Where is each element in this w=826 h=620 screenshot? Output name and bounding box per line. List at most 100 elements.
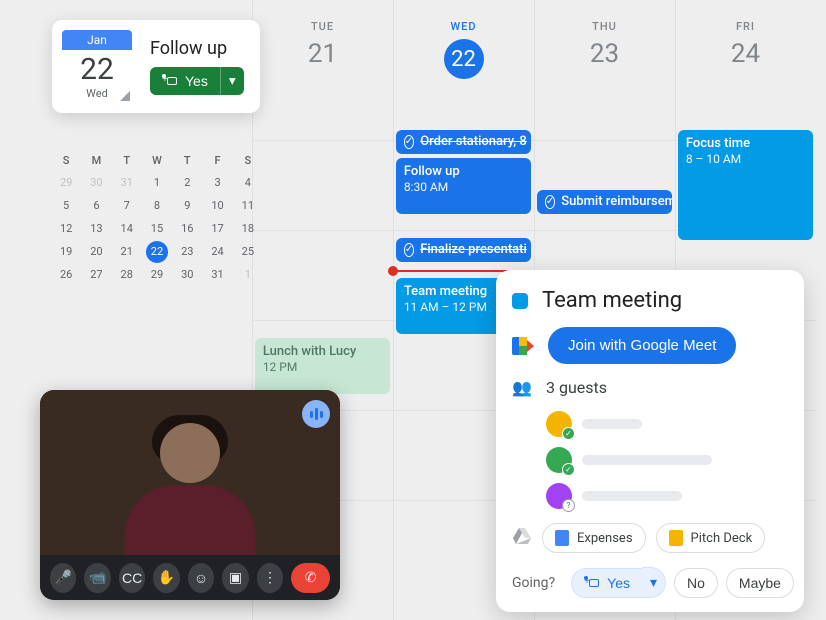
mini-cal-day[interactable]: 6 (82, 194, 110, 217)
mini-cal-day[interactable]: 1 (234, 263, 262, 286)
mini-cal-day[interactable]: 9 (173, 194, 201, 217)
mini-cal-day[interactable]: 18 (234, 217, 262, 240)
mini-cal-day[interactable]: 14 (113, 217, 141, 240)
more-icon: ⋮ (263, 569, 277, 586)
rsvp-card[interactable]: Jan 22 Wed Follow up + Yes ▾ (52, 20, 260, 113)
avatar: ✓ (546, 411, 572, 437)
mini-cal-day[interactable]: 21 (113, 240, 141, 263)
phone-icon: ✆ (305, 569, 317, 586)
guests-icon: 👥 (512, 378, 532, 397)
going-no-button[interactable]: No (674, 568, 718, 598)
mini-cal-day[interactable]: 28 (113, 263, 141, 286)
reactions-button[interactable]: ☺ (188, 563, 214, 593)
mini-cal-day[interactable]: 19 (52, 240, 80, 263)
avatar: ? (546, 483, 572, 509)
mini-cal-day[interactable]: 10 (203, 194, 231, 217)
caret-down-icon: ▾ (229, 73, 236, 88)
going-maybe-button[interactable]: Maybe (726, 568, 794, 598)
event-follow-up[interactable]: Follow up 8:30 AM (396, 158, 531, 214)
virtual-icon: + (584, 579, 599, 587)
event-focus-time[interactable]: Focus time 8 – 10 AM (678, 130, 813, 240)
join-meet-button[interactable]: Join with Google Meet (548, 327, 736, 364)
mini-cal-day[interactable]: 15 (143, 217, 171, 240)
status-accepted-icon: ✓ (562, 463, 575, 476)
mini-cal-day[interactable]: 22 (146, 241, 168, 263)
mini-cal-day[interactable]: 12 (52, 217, 80, 240)
mini-cal-day[interactable]: 17 (203, 217, 231, 240)
mini-cal-day[interactable]: 30 (82, 171, 110, 194)
mini-cal-day[interactable]: 26 (52, 263, 80, 286)
rsvp-yes-button[interactable]: + Yes (150, 67, 220, 95)
event-submit-reimbursement[interactable]: ✓ Submit reimbursem (537, 190, 672, 214)
camera-icon: 📹 (89, 569, 106, 586)
captions-icon: CC (122, 570, 142, 586)
mini-cal-day[interactable]: 25 (234, 240, 262, 263)
mini-cal-day[interactable]: 5 (52, 194, 80, 217)
mini-month-calendar[interactable]: SMTWTFS293031123456789101112131415161718… (52, 150, 262, 286)
hand-icon: ✋ (158, 569, 175, 586)
attachment-chip[interactable]: Pitch Deck (656, 523, 766, 553)
event-detail-card: Team meeting Join with Google Meet 👥 3 g… (496, 270, 804, 612)
mini-cal-day[interactable]: 16 (173, 217, 201, 240)
mini-cal-day[interactable]: 2 (173, 171, 201, 194)
hangup-button[interactable]: ✆ (291, 563, 330, 593)
attachment-chip[interactable]: Expenses (542, 523, 646, 553)
mic-icon: 🎤 (55, 569, 72, 586)
going-label: Going? (512, 575, 555, 591)
mini-cal-day[interactable]: 30 (173, 263, 201, 286)
event-order-stationary[interactable]: ✓ Order stationary, 8 (396, 130, 531, 154)
guest-list: ✓ ✓? (546, 411, 788, 509)
mini-cal-day[interactable]: 24 (203, 240, 231, 263)
mini-cal-day[interactable]: 27 (82, 263, 110, 286)
guest-row: ✓ (546, 447, 788, 473)
mini-cal-day[interactable]: 8 (143, 194, 171, 217)
rsvp-title: Follow up (150, 38, 244, 59)
mini-cal-day[interactable]: 20 (82, 240, 110, 263)
mini-cal-day[interactable]: 11 (234, 194, 262, 217)
present-icon: ▣ (229, 569, 242, 586)
avatar: ✓ (546, 447, 572, 473)
doc-icon (669, 530, 683, 546)
speaking-indicator-icon (302, 400, 330, 428)
camera-button[interactable]: 📹 (84, 563, 110, 593)
event-title: Team meeting (542, 288, 682, 313)
status-accepted-icon: ✓ (562, 427, 575, 440)
video-call-tile[interactable]: 🎤 📹 CC ✋ ☺ ▣ ⋮ ✆ (40, 390, 340, 600)
present-button[interactable]: ▣ (222, 563, 248, 593)
mini-cal-day[interactable]: 23 (173, 240, 201, 263)
date-badge: Jan 22 Wed (62, 30, 132, 103)
page-fold-icon (120, 91, 130, 101)
going-yes-dropdown[interactable]: ▾ (642, 567, 666, 598)
google-meet-icon (512, 337, 534, 355)
event-lunch[interactable]: Lunch with Lucy 12 PM (255, 338, 390, 394)
raise-hand-button[interactable]: ✋ (153, 563, 179, 593)
more-options-button[interactable]: ⋮ (257, 563, 283, 593)
mini-cal-day[interactable]: 3 (203, 171, 231, 194)
rsvp-yes-dropdown[interactable]: ▾ (220, 67, 244, 95)
check-icon: ✓ (404, 243, 414, 257)
mini-cal-day[interactable]: 29 (52, 171, 80, 194)
check-icon: ✓ (545, 195, 555, 209)
mini-cal-day[interactable]: 1 (143, 171, 171, 194)
captions-button[interactable]: CC (119, 563, 145, 593)
mini-cal-day[interactable]: 13 (82, 217, 110, 240)
mic-button[interactable]: 🎤 (50, 563, 76, 593)
mini-cal-day[interactable]: 31 (203, 263, 231, 286)
check-icon: ✓ (404, 135, 414, 149)
guest-row: ✓ (546, 411, 788, 437)
emoji-icon: ☺ (194, 570, 208, 586)
event-finalize-presentation[interactable]: ✓ Finalize presentati (396, 238, 531, 262)
caret-down-icon: ▾ (650, 574, 657, 590)
mini-cal-day[interactable]: 7 (113, 194, 141, 217)
virtual-icon: + (162, 77, 177, 85)
going-yes-button[interactable]: + Yes (571, 568, 643, 598)
guest-row: ? (546, 483, 788, 509)
video-feed (40, 390, 340, 555)
call-controls: 🎤 📹 CC ✋ ☺ ▣ ⋮ ✆ (40, 555, 340, 600)
mini-cal-day[interactable]: 31 (113, 171, 141, 194)
mini-cal-day[interactable]: 29 (143, 263, 171, 286)
status-unknown-icon: ? (562, 499, 575, 512)
drive-icon (512, 528, 532, 548)
event-color-chip (512, 293, 528, 309)
mini-cal-day[interactable]: 4 (234, 171, 262, 194)
